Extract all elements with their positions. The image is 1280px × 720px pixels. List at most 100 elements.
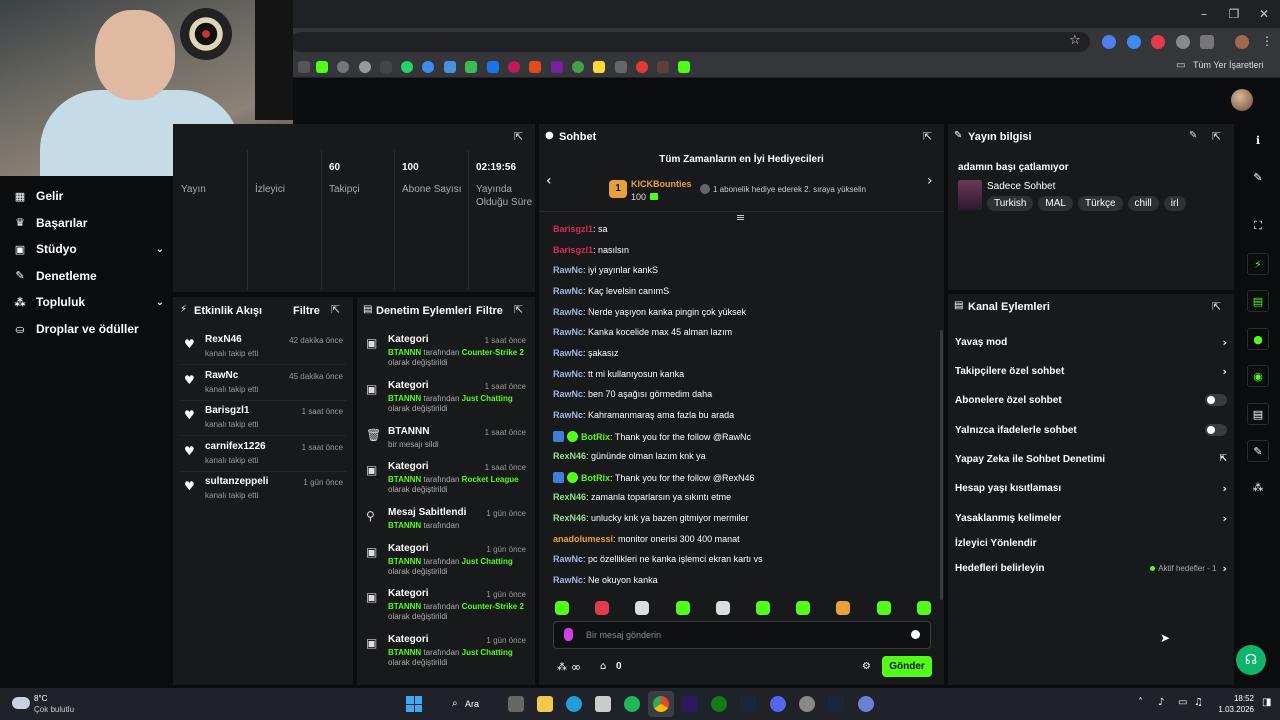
channel-action-item[interactable]: İzleyici Yönlendir xyxy=(955,536,1227,550)
collapse-icon[interactable]: ≡ xyxy=(736,211,745,224)
external-link-icon[interactable]: ⇱ xyxy=(1219,454,1227,464)
channel-action-item[interactable]: Hesap yaşı kısıtlaması › xyxy=(955,481,1227,495)
task-view-icon[interactable] xyxy=(508,696,524,712)
modlog-actor[interactable]: BTANNN xyxy=(388,521,421,530)
clip-icon[interactable]: ⛶ xyxy=(1247,215,1269,237)
broadcast-icon[interactable]: ◉ xyxy=(1247,365,1269,387)
modlog-actor[interactable]: BTANNN xyxy=(388,557,421,566)
chat-username[interactable]: RawNc xyxy=(553,327,583,337)
bookmark-icon[interactable] xyxy=(615,61,627,73)
bookmark-icon[interactable] xyxy=(359,61,371,73)
puzzle-icon[interactable] xyxy=(1200,35,1214,49)
chat-username[interactable]: RawNc xyxy=(553,369,583,379)
sidebar-item[interactable]: ♛ Başarılar xyxy=(14,213,164,233)
chat-username[interactable]: BotRix xyxy=(581,432,610,442)
bookmark-icon[interactable] xyxy=(298,61,310,73)
emote-icon[interactable] xyxy=(916,601,931,615)
chat-username[interactable]: RawNc xyxy=(553,389,583,399)
channel-icon[interactable]: ▤ xyxy=(1247,403,1269,425)
emote-icon[interactable] xyxy=(756,601,770,615)
popout-icon[interactable]: ⇱ xyxy=(514,130,523,143)
close-icon[interactable]: ✕ xyxy=(1256,6,1272,22)
channel-action-item[interactable]: Hedefleri belirleyin Aktif hedefler - 1 › xyxy=(955,561,1227,575)
maximize-icon[interactable]: ❐ xyxy=(1226,6,1242,22)
bookmark-icon[interactable] xyxy=(657,61,669,73)
address-bar[interactable] xyxy=(290,32,1090,52)
lightning-icon[interactable]: ⚡ xyxy=(1247,253,1269,275)
document-icon[interactable]: ▤ xyxy=(1247,290,1269,312)
chat-scrollbar[interactable] xyxy=(940,330,943,600)
emote-icon[interactable] xyxy=(635,601,650,615)
chat-username[interactable]: anadolumessi xyxy=(553,534,613,544)
toggle-switch[interactable] xyxy=(1205,394,1227,406)
minimize-icon[interactable]: – xyxy=(1196,6,1212,22)
popout-icon[interactable]: ⇱ xyxy=(331,303,340,316)
activity-user[interactable]: Barisgzl1 xyxy=(205,405,249,416)
emote-icon[interactable] xyxy=(555,601,569,615)
network-icon[interactable]: ▭ xyxy=(1178,697,1187,708)
popout-icon[interactable]: ⇱ xyxy=(1212,300,1221,313)
chat-username[interactable]: RexN46 xyxy=(553,492,586,502)
modlog-actor[interactable]: BTANNN xyxy=(388,602,421,611)
chat-username[interactable]: RawNc xyxy=(553,410,583,420)
bookmark-icon[interactable] xyxy=(380,61,392,73)
extension-icon[interactable] xyxy=(1176,35,1190,49)
bookmark-icon[interactable] xyxy=(422,61,434,73)
clock-date[interactable]: 1.03.2026 xyxy=(1210,705,1254,714)
channel-action-item[interactable]: Yalnızca ifadelerle sohbet xyxy=(955,423,1227,437)
chevron-right-icon[interactable]: › xyxy=(1222,482,1227,495)
notification-icon[interactable]: ◨ xyxy=(1262,697,1271,708)
modlog-actor[interactable]: BTANNN xyxy=(388,475,421,484)
chat-username[interactable]: RexN46 xyxy=(553,451,586,461)
volume-icon[interactable]: ♫ xyxy=(1194,697,1203,708)
chevron-right-icon[interactable]: › xyxy=(927,173,933,189)
channel-action-item[interactable]: Yavaş mod › xyxy=(955,335,1227,349)
chat-username[interactable]: Barisgzl1 xyxy=(553,245,593,255)
bookmark-icon[interactable] xyxy=(444,61,456,73)
chat-username[interactable]: BotRix xyxy=(581,473,610,483)
edge-icon[interactable] xyxy=(566,696,582,712)
emoji-icon[interactable] xyxy=(911,630,920,639)
avatar[interactable] xyxy=(1231,89,1253,111)
sidebar-item[interactable]: ▣ Stüdyo ⌄ xyxy=(14,239,164,259)
chevron-up-icon[interactable]: ˄ xyxy=(1138,697,1143,708)
extension-icon[interactable] xyxy=(1127,35,1141,49)
gear-icon[interactable]: ⚙ xyxy=(862,661,871,672)
info-icon[interactable]: ℹ xyxy=(1247,130,1269,152)
app-icon[interactable] xyxy=(858,696,874,712)
stream-tag[interactable]: Türkçe xyxy=(1077,196,1123,211)
channel-action-item[interactable]: Abonelere özel sohbet xyxy=(955,393,1227,407)
menu-kebab-icon[interactable]: ⋮ xyxy=(1261,34,1273,48)
discord-icon[interactable] xyxy=(770,696,786,712)
chrome-icon[interactable] xyxy=(653,696,669,712)
stream-tag[interactable]: Turkish xyxy=(987,196,1034,211)
profile-icon[interactable] xyxy=(1235,35,1249,49)
extension-icon[interactable] xyxy=(1151,35,1165,49)
emote-icon[interactable] xyxy=(836,601,851,615)
channel-action-item[interactable]: Takipçilere özel sohbet › xyxy=(955,364,1227,378)
users-icon[interactable]: ⁂ xyxy=(1247,477,1269,499)
points-icon[interactable]: ⁂ xyxy=(557,662,567,673)
xbox-icon[interactable] xyxy=(711,696,727,712)
channel-action-item[interactable]: Yapay Zeka ile Sohbet Denetimi ⇱ xyxy=(955,452,1227,466)
activity-user[interactable]: RawNc xyxy=(205,370,238,381)
sidebar-item[interactable]: ⛀ Droplar ve ödüller xyxy=(14,319,164,339)
channel-action-item[interactable]: Yasaklanmış kelimeler › xyxy=(955,511,1227,525)
modlog-actor[interactable]: BTANNN xyxy=(388,348,421,357)
modlog-actor[interactable]: BTANNN xyxy=(388,394,421,403)
file-explorer-icon[interactable] xyxy=(537,696,553,712)
chat-username[interactable]: RawNc xyxy=(553,575,583,585)
bookmark-icon[interactable] xyxy=(508,61,520,73)
steam-icon[interactable] xyxy=(828,696,844,712)
bookmark-folder[interactable]: Tüm Yer İşaretleri xyxy=(1193,60,1264,70)
modlog-filter-button[interactable]: Filtre xyxy=(476,305,503,317)
microphone-icon[interactable] xyxy=(564,628,573,641)
store-icon[interactable]: ⌂ xyxy=(600,661,606,672)
chat-username[interactable]: RexN46 xyxy=(553,513,586,523)
stream-tag[interactable]: irl xyxy=(1163,196,1186,211)
chevron-right-icon[interactable]: › xyxy=(1222,336,1227,349)
clock-time[interactable]: 18:52 xyxy=(1216,694,1254,703)
chevron-right-icon[interactable]: › xyxy=(1222,365,1227,378)
bookmark-icon[interactable] xyxy=(572,61,584,73)
chat-username[interactable]: RawNc xyxy=(553,286,583,296)
